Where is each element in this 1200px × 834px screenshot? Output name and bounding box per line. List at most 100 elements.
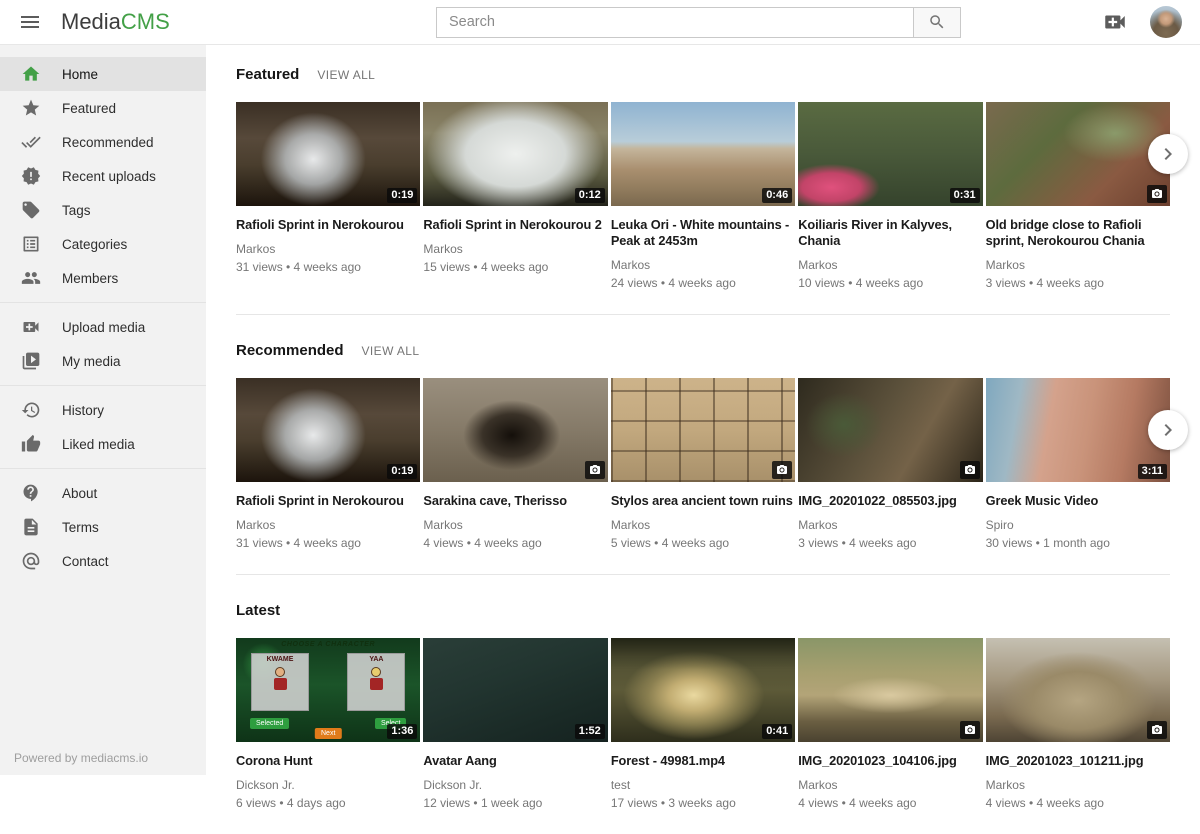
media-thumbnail[interactable] <box>798 638 982 742</box>
media-title[interactable]: Old bridge close to Rafioli sprint, Nero… <box>986 217 1170 249</box>
media-author[interactable]: test <box>611 778 795 792</box>
media-title[interactable]: Greek Music Video <box>986 493 1170 509</box>
view-all-link[interactable]: VIEW ALL <box>317 68 375 82</box>
media-card[interactable]: 0:19Rafioli Sprint in NerokourouMarkos31… <box>236 378 420 550</box>
media-title[interactable]: Stylos area ancient town ruins <box>611 493 795 509</box>
media-thumbnail[interactable]: 0:12 <box>423 102 607 206</box>
media-author[interactable]: Markos <box>611 258 795 272</box>
media-author[interactable]: Markos <box>236 518 420 532</box>
media-author[interactable]: Markos <box>611 518 795 532</box>
search-button[interactable] <box>913 7 961 38</box>
media-author[interactable]: Markos <box>798 258 982 272</box>
sidebar-item-featured[interactable]: Featured <box>0 91 206 125</box>
media-title[interactable]: Forest - 49981.mp4 <box>611 753 795 769</box>
media-card[interactable]: 0:46 Leuka Ori - White mountains - Peak a… <box>611 102 795 290</box>
sidebar-item-upload-media[interactable]: Upload media <box>0 310 206 344</box>
media-card[interactable]: 0:31 Koiliaris River in Kalyves, Chania Ma… <box>798 102 982 290</box>
sidebar-nav: Home FeaturedRecommendedRecent uploadsTag… <box>0 45 206 585</box>
media-title[interactable]: Rafioli Sprint in Nerokourou <box>236 493 420 509</box>
video-library-icon <box>21 351 41 371</box>
sidebar-item-history[interactable]: History <box>0 393 206 427</box>
sidebar-item-categories[interactable]: Categories <box>0 227 206 261</box>
next-button-label: Next <box>315 728 341 739</box>
sidebar-item-home[interactable]: Home <box>0 57 206 91</box>
media-thumbnail[interactable] <box>986 638 1170 742</box>
media-title[interactable]: IMG_20201023_104106.jpg <box>798 753 982 769</box>
media-author[interactable]: Spiro <box>986 518 1170 532</box>
sidebar-item-recommended[interactable]: Recommended <box>0 125 206 159</box>
media-thumbnail[interactable]: 0:46 <box>611 102 795 206</box>
media-card[interactable]: 0:12 Rafioli Sprint in Nerokourou 2 Markos… <box>423 102 607 290</box>
media-card[interactable]: CHOOSE A CHARACTERKWAMEYAASelectedNextSe… <box>236 638 420 810</box>
media-thumbnail[interactable] <box>798 378 982 482</box>
media-card[interactable]: Stylos area ancient town ruinsMarkos5 vi… <box>611 378 795 550</box>
app-logo[interactable]: MediaCMS <box>61 9 170 35</box>
media-author[interactable]: Markos <box>986 778 1170 792</box>
media-thumbnail[interactable] <box>423 378 607 482</box>
avatar[interactable] <box>1150 6 1182 38</box>
media-author[interactable]: Dickson Jr. <box>236 778 420 792</box>
media-title[interactable]: Avatar Aang <box>423 753 607 769</box>
media-author[interactable]: Markos <box>798 518 982 532</box>
character-panel-right: YAA <box>347 653 405 711</box>
media-thumbnail[interactable]: 0:19 <box>236 102 420 206</box>
media-thumbnail[interactable]: 0:31 <box>798 102 982 206</box>
sidebar-item-about[interactable]: About <box>0 476 206 510</box>
media-card[interactable]: 3:11Greek Music VideoSpiro30 views • 1 m… <box>986 378 1170 550</box>
media-card[interactable]: Sarakina cave, TherissoMarkos4 views • 4… <box>423 378 607 550</box>
sidebar-item-my-media[interactable]: My media <box>0 344 206 378</box>
upload-media-button[interactable] <box>1102 9 1128 35</box>
media-title[interactable]: Sarakina cave, Therisso <box>423 493 607 509</box>
media-thumbnail[interactable]: 0:19 <box>236 378 420 482</box>
media-title[interactable]: Rafioli Sprint in Nerokourou 2 <box>423 217 607 233</box>
view-all-link[interactable]: VIEW ALL <box>362 344 420 358</box>
media-title[interactable]: Leuka Ori - White mountains - Peak at 24… <box>611 217 795 249</box>
sidebar-item-terms[interactable]: Terms <box>0 510 206 544</box>
media-thumbnail[interactable]: 1:52 <box>423 638 607 742</box>
media-author[interactable]: Dickson Jr. <box>423 778 607 792</box>
media-thumbnail[interactable]: CHOOSE A CHARACTERKWAMEYAASelectedNextSe… <box>236 638 420 742</box>
media-title[interactable]: Koiliaris River in Kalyves, Chania <box>798 217 982 249</box>
image-type-badge <box>960 461 980 479</box>
document-icon <box>21 517 41 537</box>
sidebar-item-members[interactable]: Members <box>0 261 206 295</box>
search-input[interactable] <box>436 7 914 38</box>
media-card[interactable]: IMG_20201023_104106.jpg Markos 4 views • 4… <box>798 638 982 810</box>
media-meta: 4 views • 4 weeks ago <box>798 796 982 810</box>
sidebar-item-label: My media <box>62 354 121 369</box>
media-thumbnail[interactable]: 3:11 <box>986 378 1170 482</box>
video-call-icon <box>21 317 41 337</box>
sidebar-item-liked-media[interactable]: Liked media <box>0 427 206 461</box>
media-author[interactable]: Markos <box>236 242 420 256</box>
media-thumbnail[interactable] <box>611 378 795 482</box>
media-author[interactable]: Markos <box>798 778 982 792</box>
home-icon <box>21 64 41 84</box>
media-author[interactable]: Markos <box>423 518 607 532</box>
media-author[interactable]: Markos <box>423 242 607 256</box>
media-author[interactable]: Markos <box>986 258 1170 272</box>
sidebar-item-contact[interactable]: Contact <box>0 544 206 578</box>
media-title[interactable]: IMG_20201023_101211.jpg <box>986 753 1170 769</box>
sidebar-item-recent-uploads[interactable]: Recent uploads <box>0 159 206 193</box>
media-card[interactable]: 0:41Forest - 49981.mp4test17 views • 3 w… <box>611 638 795 810</box>
sidebar-item-label: Terms <box>62 520 99 535</box>
media-title[interactable]: Rafioli Sprint in Nerokourou <box>236 217 420 233</box>
tag-icon <box>21 200 41 220</box>
media-card[interactable]: 0:19Rafioli Sprint in NerokourouMarkos31… <box>236 102 420 290</box>
video-call-icon <box>1102 9 1128 35</box>
sidebar-item-tags[interactable]: Tags <box>0 193 206 227</box>
media-title[interactable]: IMG_20201022_085503.jpg <box>798 493 982 509</box>
media-title[interactable]: Corona Hunt <box>236 753 420 769</box>
media-card[interactable]: Old bridge close to Rafioli sprint, Nero… <box>986 102 1170 290</box>
carousel-next-button[interactable] <box>1148 134 1188 174</box>
sidebar-item-label: Home <box>62 67 98 82</box>
media-card[interactable]: IMG_20201023_101211.jpgMarkos4 views • 4… <box>986 638 1170 810</box>
carousel-next-button[interactable] <box>1148 410 1188 450</box>
menu-button[interactable] <box>18 10 42 34</box>
media-thumbnail[interactable]: 0:41 <box>611 638 795 742</box>
media-thumbnail[interactable] <box>986 102 1170 206</box>
camera-icon <box>964 724 976 736</box>
character-name: YAA <box>348 656 404 663</box>
media-card[interactable]: 1:52Avatar AangDickson Jr.12 views • 1 w… <box>423 638 607 810</box>
media-card[interactable]: IMG_20201022_085503.jpgMarkos3 views • 4… <box>798 378 982 550</box>
